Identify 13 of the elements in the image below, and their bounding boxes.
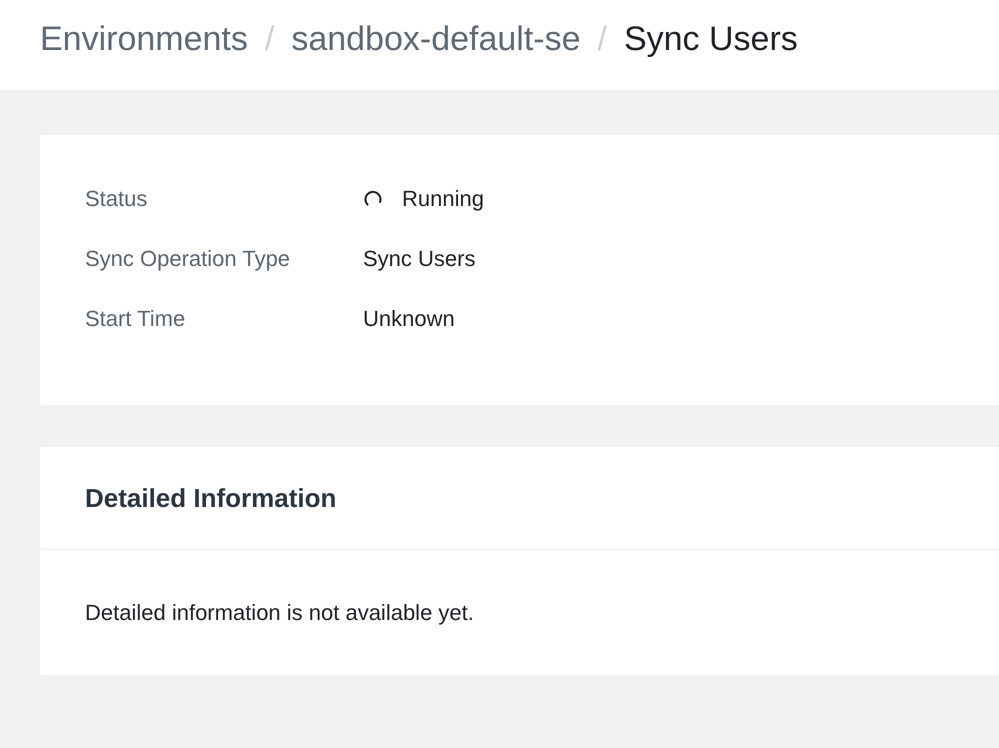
field-label: Sync Operation Type <box>85 245 292 273</box>
section-title: Detailed Information <box>85 482 336 514</box>
breadcrumb-link[interactable]: Environments <box>40 22 248 56</box>
breadcrumb-link[interactable]: sandbox-default-se <box>291 22 581 56</box>
field-label: Start Time <box>85 305 186 333</box>
breadcrumb-current: Sync Users <box>624 22 798 56</box>
breadcrumb-separator: / <box>264 22 274 56</box>
field-value: Unknown <box>363 305 456 333</box>
empty-message: Detailed information is not available yet. <box>85 599 474 627</box>
field-value: Sync Users <box>363 245 476 273</box>
breadcrumb-separator: / <box>598 22 607 56</box>
field-label: Status <box>85 185 148 213</box>
status-value: Running <box>402 185 484 213</box>
